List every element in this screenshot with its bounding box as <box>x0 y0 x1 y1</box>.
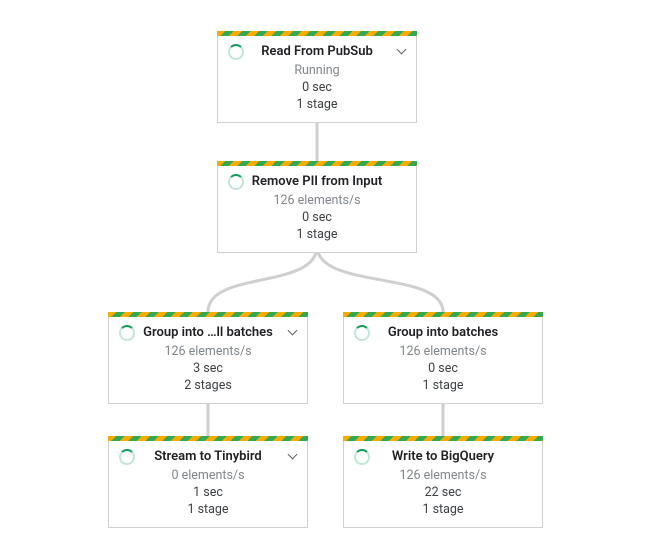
running-stripe <box>217 161 417 166</box>
running-stripe <box>108 312 308 317</box>
node-status: 126 elements/s <box>226 193 408 208</box>
node-wall-time: 22 sec <box>352 485 534 502</box>
chevron-down-icon[interactable] <box>287 451 297 461</box>
node-stages: 1 stage <box>117 502 299 519</box>
node-status: 126 elements/s <box>352 468 534 483</box>
spinner-icon <box>228 174 244 190</box>
node-wall-time: 3 sec <box>117 361 299 378</box>
node-status: Running <box>226 63 408 78</box>
spinner-icon <box>119 325 135 341</box>
node-stages: 1 stage <box>226 97 408 114</box>
spinner-icon <box>354 449 370 465</box>
node-group-batches[interactable]: Group into batches 126 elements/s 0 sec … <box>343 312 543 404</box>
node-stages: 1 stage <box>352 378 534 395</box>
node-title: Group into batches <box>388 325 498 340</box>
spinner-icon <box>119 449 135 465</box>
edge <box>208 246 317 312</box>
node-title: Group into …ll batches <box>143 325 273 340</box>
node-wall-time: 0 sec <box>226 210 408 227</box>
running-stripe <box>343 312 543 317</box>
chevron-down-icon[interactable] <box>396 46 406 56</box>
node-wall-time: 0 sec <box>226 80 408 97</box>
node-title: Remove PII from Input <box>252 174 382 189</box>
running-stripe <box>108 436 308 441</box>
running-stripe <box>343 436 543 441</box>
node-remove-pii[interactable]: Remove PII from Input 126 elements/s 0 s… <box>217 161 417 253</box>
running-stripe <box>217 31 417 36</box>
node-write-bigquery[interactable]: Write to BigQuery 126 elements/s 22 sec … <box>343 436 543 528</box>
chevron-down-icon[interactable] <box>287 327 297 337</box>
node-stream-tinybird[interactable]: Stream to Tinybird 0 elements/s 1 sec 1 … <box>108 436 308 528</box>
node-wall-time: 0 sec <box>352 361 534 378</box>
node-status: 126 elements/s <box>117 344 299 359</box>
node-stages: 1 stage <box>226 227 408 244</box>
node-status: 126 elements/s <box>352 344 534 359</box>
spinner-icon <box>354 325 370 341</box>
node-read-from-pubsub[interactable]: Read From PubSub Running 0 sec 1 stage <box>217 31 417 123</box>
edge <box>317 246 443 312</box>
node-status: 0 elements/s <box>117 468 299 483</box>
node-group-small-batches[interactable]: Group into …ll batches 126 elements/s 3 … <box>108 312 308 404</box>
node-stages: 2 stages <box>117 378 299 395</box>
node-stages: 1 stage <box>352 502 534 519</box>
node-title: Stream to Tinybird <box>154 449 262 464</box>
spinner-icon <box>228 44 244 60</box>
node-title: Read From PubSub <box>261 44 373 59</box>
node-wall-time: 1 sec <box>117 485 299 502</box>
node-title: Write to BigQuery <box>392 449 494 464</box>
